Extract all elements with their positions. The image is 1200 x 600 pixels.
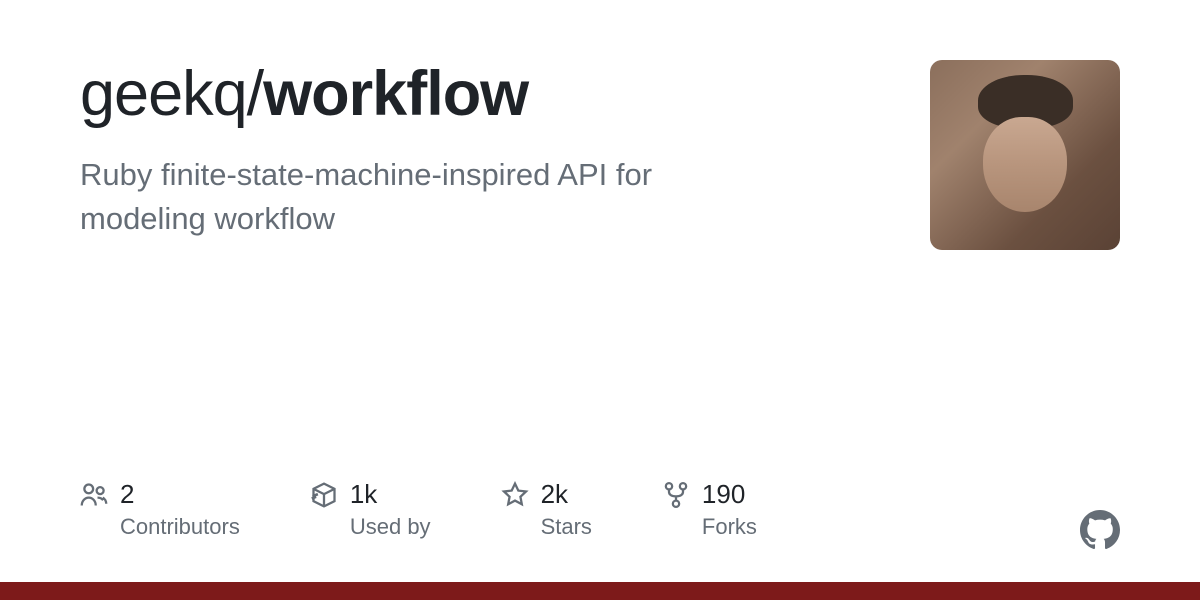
stat-content: 2 Contributors [120,479,240,540]
stat-forks[interactable]: 190 Forks [662,479,757,540]
github-logo-icon[interactable] [1080,510,1120,550]
header: geekq/workflow Ruby finite-state-machine… [80,60,1120,250]
stat-label: Stars [541,514,592,540]
stat-label: Used by [350,514,431,540]
stat-value: 1k [350,479,431,510]
stat-value: 2k [541,479,592,510]
people-icon [80,481,108,509]
stat-value: 2 [120,479,240,510]
stat-contributors[interactable]: 2 Contributors [80,479,240,540]
stat-content: 2k Stars [541,479,592,540]
repo-owner: geekq [80,59,247,129]
avatar[interactable] [930,60,1120,250]
star-icon [501,481,529,509]
repo-description: Ruby finite-state-machine-inspired API f… [80,153,780,240]
stat-content: 1k Used by [350,479,431,540]
stat-usedby[interactable]: 1k Used by [310,479,431,540]
stat-content: 190 Forks [702,479,757,540]
accent-bar [0,582,1200,600]
fork-icon [662,481,690,509]
stat-stars[interactable]: 2k Stars [501,479,592,540]
repo-title[interactable]: geekq/workflow [80,60,890,129]
stats-row: 2 Contributors 1k Used by [80,479,757,540]
title-section: geekq/workflow Ruby finite-state-machine… [80,60,930,240]
stat-label: Contributors [120,514,240,540]
package-icon [310,481,338,509]
stat-label: Forks [702,514,757,540]
social-preview-card: geekq/workflow Ruby finite-state-machine… [0,0,1200,600]
repo-separator: / [247,59,264,129]
stat-value: 190 [702,479,757,510]
repo-name: workflow [263,59,528,129]
